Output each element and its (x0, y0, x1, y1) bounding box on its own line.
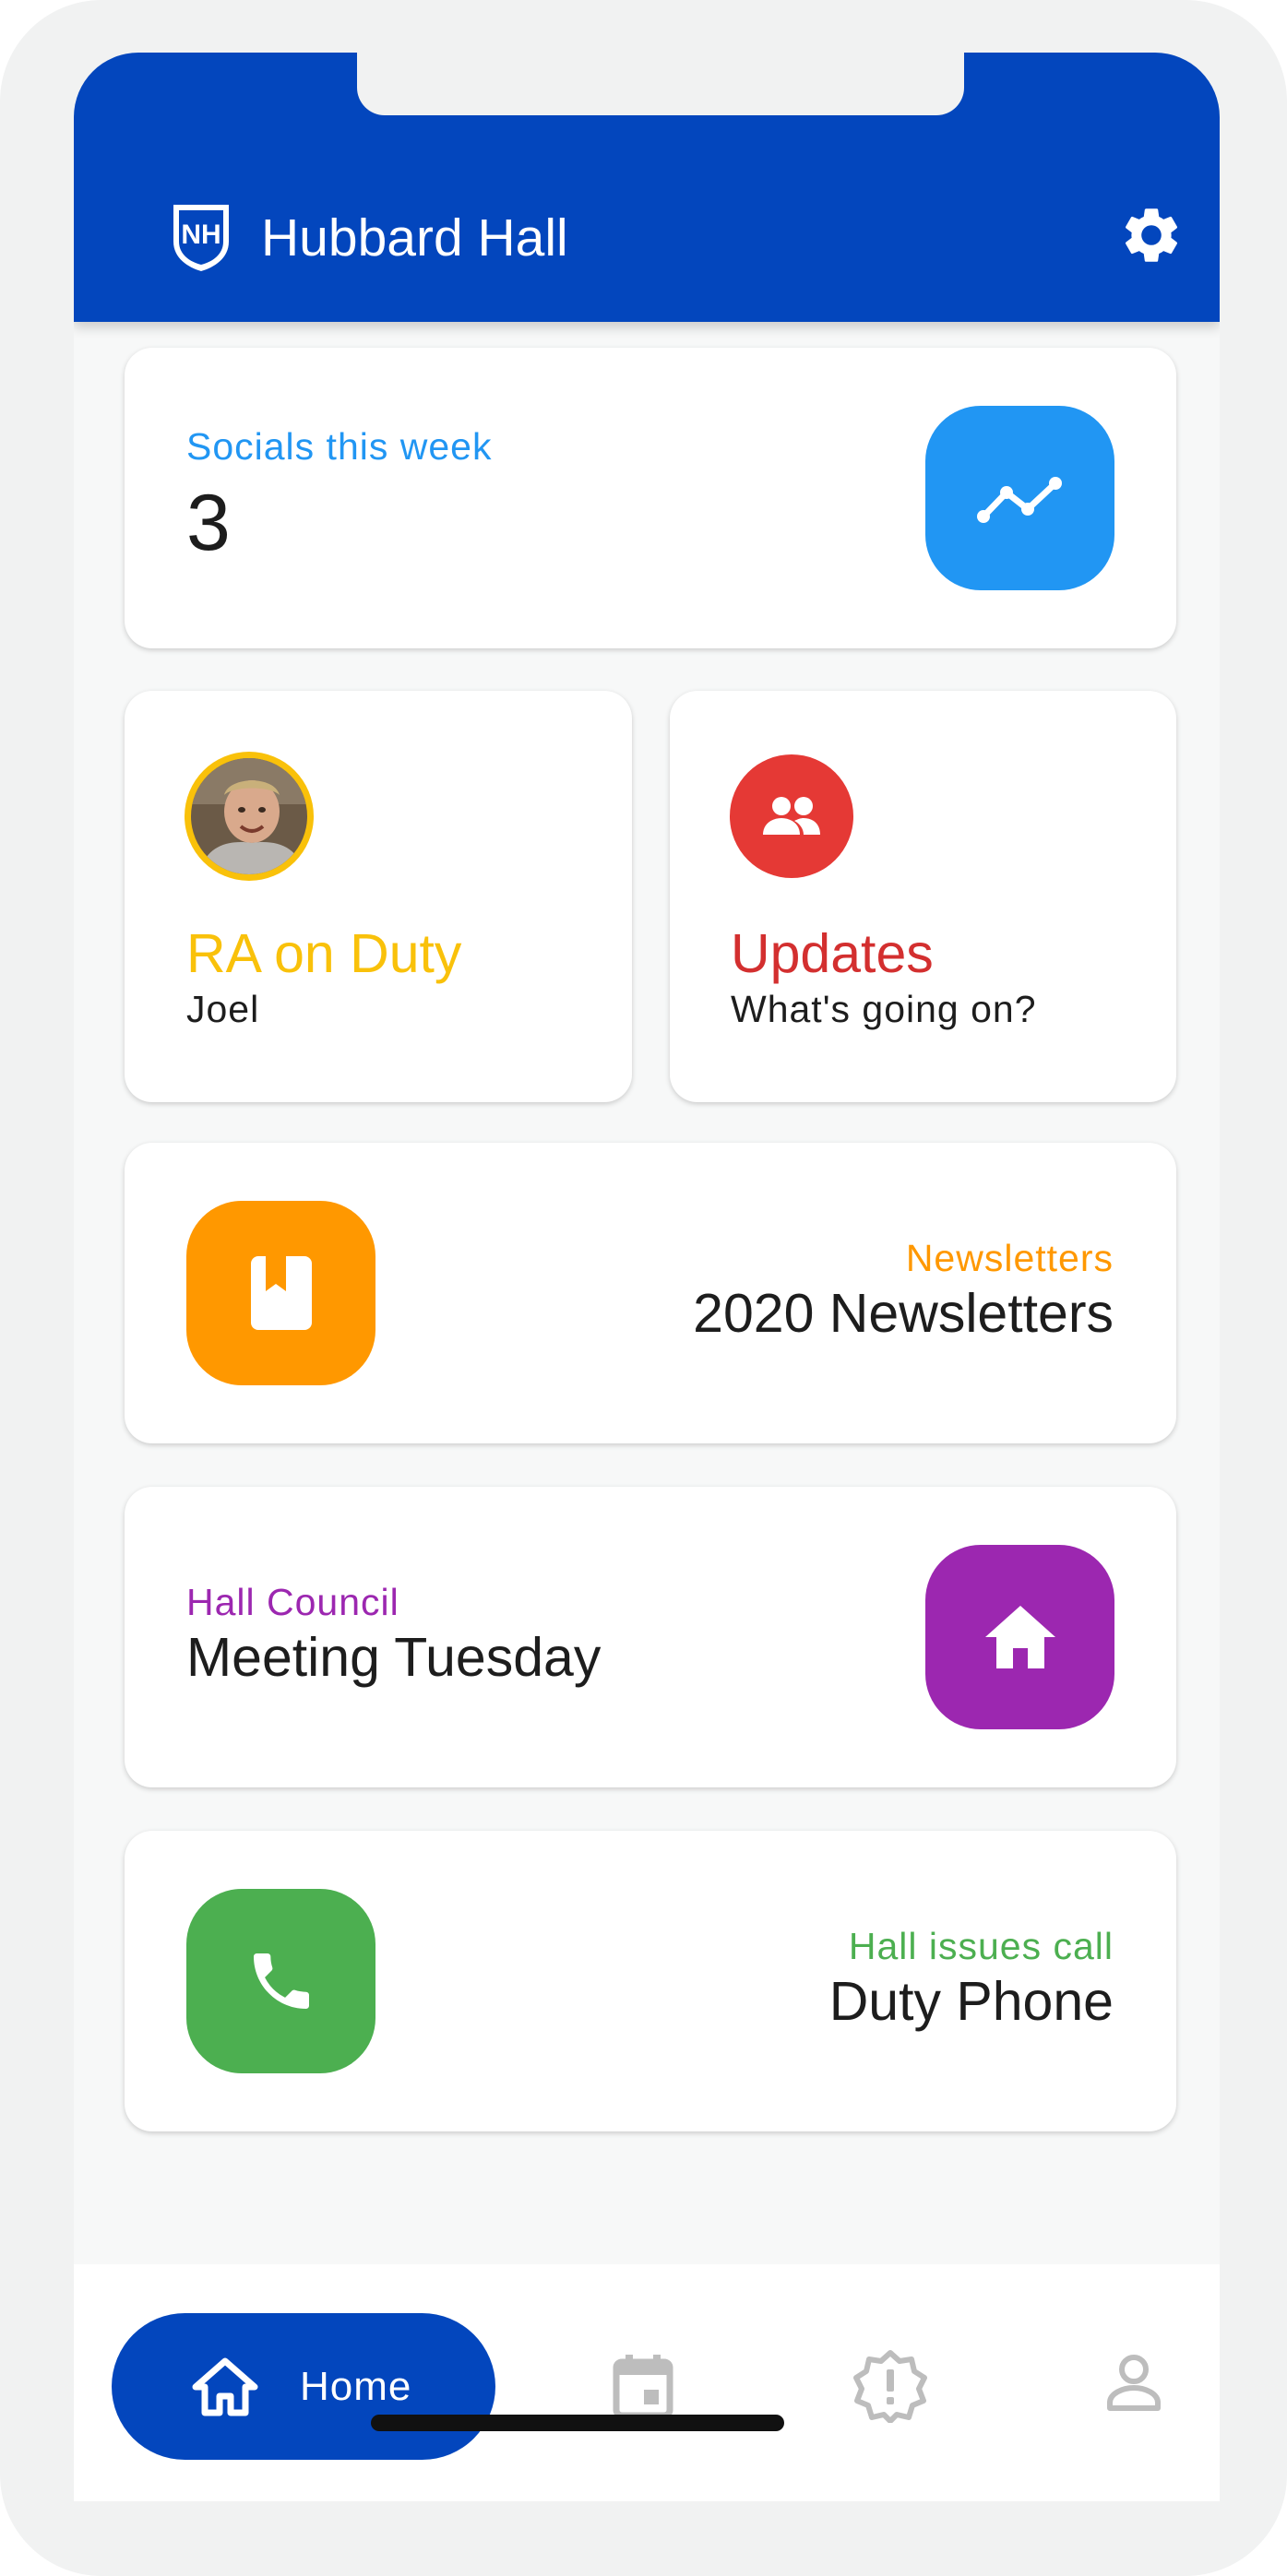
duty-phone-icon-button[interactable] (186, 1889, 375, 2073)
app-screen: NH Hubbard Hall Socials this week 3 RA o… (74, 53, 1220, 2501)
person-icon[interactable] (1104, 2353, 1163, 2412)
avatar-photo (191, 758, 307, 874)
newsletters-title: 2020 Newsletters (693, 1283, 1114, 1344)
people-icon (763, 797, 820, 835)
duty-phone-label: Hall issues call (848, 1925, 1114, 1967)
trending-line-icon (976, 477, 1062, 523)
hall-council-card[interactable]: Hall Council Meeting Tuesday (125, 1487, 1176, 1787)
gear-icon[interactable] (1118, 202, 1185, 268)
socials-label: Socials this week (186, 425, 493, 468)
updates-title: Updates (731, 923, 934, 984)
avatar (185, 752, 314, 881)
ra-on-duty-card[interactable]: RA on Duty Joel (125, 691, 632, 1102)
updates-subtitle: What's going on? (731, 988, 1037, 1030)
bottom-nav: Home (74, 2264, 1220, 2501)
newsletters-card[interactable]: Newsletters 2020 Newsletters (125, 1143, 1176, 1443)
alert-badge-icon[interactable] (853, 2349, 927, 2423)
newsletters-icon-button[interactable] (186, 1201, 375, 1385)
phone-frame: NH Hubbard Hall Socials this week 3 RA o… (0, 0, 1287, 2576)
app-bar: NH Hubbard Hall (74, 53, 1220, 322)
house-icon (984, 1606, 1055, 1668)
duty-phone-title: Duty Phone (828, 1971, 1114, 2032)
device-notch (357, 53, 964, 115)
home-indicator (371, 2415, 784, 2431)
hall-council-icon-button[interactable] (925, 1545, 1114, 1729)
calendar-icon[interactable] (613, 2353, 673, 2419)
nav-home-label: Home (300, 2364, 412, 2409)
nav-home-button[interactable]: Home (112, 2313, 495, 2460)
ra-title: RA on Duty (186, 923, 462, 984)
socials-count: 3 (186, 479, 231, 567)
ra-name: Joel (186, 988, 260, 1030)
home-icon (192, 2357, 258, 2416)
hall-council-label: Hall Council (186, 1581, 399, 1623)
svg-text:NH: NH (181, 220, 220, 250)
app-title: Hubbard Hall (261, 208, 568, 267)
socials-card[interactable]: Socials this week 3 (125, 348, 1176, 648)
hall-council-title: Meeting Tuesday (186, 1627, 602, 1688)
duty-phone-card[interactable]: Hall issues call Duty Phone (125, 1831, 1176, 2131)
bookmark-book-icon (250, 1256, 312, 1330)
updates-card[interactable]: Updates What's going on? (670, 691, 1176, 1102)
newsletters-label: Newsletters (905, 1237, 1114, 1279)
socials-icon-button[interactable] (925, 406, 1114, 590)
phone-icon (253, 1953, 309, 2009)
unh-shield-logo: NH (173, 205, 229, 271)
updates-icon-circle (730, 754, 853, 878)
